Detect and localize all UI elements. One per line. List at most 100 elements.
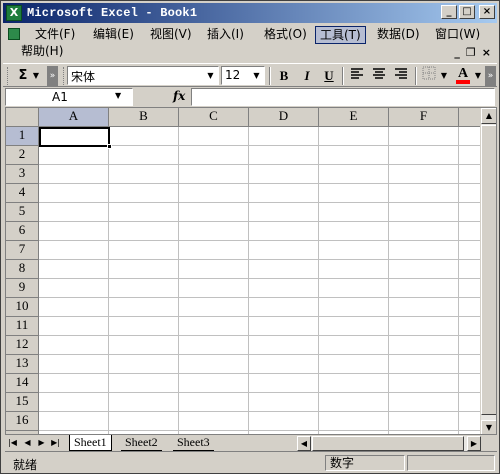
row-header-3[interactable]: 3: [6, 165, 39, 184]
align-right-icon[interactable]: [391, 66, 411, 86]
scroll-down-icon[interactable]: ▼: [481, 420, 496, 434]
menu-data[interactable]: 数据(D): [373, 26, 424, 44]
first-sheet-icon[interactable]: |◀: [6, 436, 19, 450]
row-header-13[interactable]: 13: [6, 355, 39, 374]
row-header-9[interactable]: 9: [6, 279, 39, 298]
horizontal-scroll-thumb[interactable]: [312, 436, 464, 451]
sheet-tabs-bar: |◀ ◀ ▶ ▶| Sheet1 Sheet2 Sheet3 ◀ ▶: [5, 435, 497, 452]
row-header-2[interactable]: 2: [6, 146, 39, 165]
menu-edit[interactable]: 编辑(E): [89, 26, 138, 44]
row-header-15[interactable]: 15: [6, 393, 39, 412]
menu-tools[interactable]: 工具(T): [315, 26, 366, 44]
minimize-button[interactable]: _: [441, 5, 457, 19]
menu-window[interactable]: 窗口(W): [431, 26, 484, 44]
row-header-8[interactable]: 8: [6, 260, 39, 279]
last-sheet-icon[interactable]: ▶|: [49, 436, 62, 450]
worksheet-grid[interactable]: ABCDEF 1234567891011121314151617 ▲ ▼: [5, 107, 497, 435]
scroll-up-icon[interactable]: ▲: [481, 108, 496, 124]
column-header-a[interactable]: A: [39, 108, 109, 127]
gridline-vertical: [108, 127, 109, 434]
row-header-12[interactable]: 12: [6, 336, 39, 355]
formula-bar: A1 ▼ fx: [3, 88, 497, 107]
formatting-toolbar: Σ ▼ » 宋体 ▼ 12 ▼ B I U ▼ A ▼ »: [3, 63, 497, 87]
italic-button[interactable]: I: [297, 66, 317, 86]
underline-button[interactable]: U: [319, 66, 339, 86]
close-button[interactable]: ×: [479, 5, 495, 19]
font-size-value: 12: [225, 68, 241, 82]
borders-dropdown-icon[interactable]: ▼: [439, 66, 449, 86]
scroll-right-icon[interactable]: ▶: [467, 436, 481, 451]
active-cell[interactable]: [39, 127, 110, 147]
window-title: Microsoft Excel - Book1: [27, 6, 198, 20]
gridline-horizontal: [39, 430, 496, 431]
font-color-button[interactable]: A: [453, 66, 473, 86]
row-header-10[interactable]: 10: [6, 298, 39, 317]
column-header-e[interactable]: E: [319, 108, 389, 127]
row-header-14[interactable]: 14: [6, 374, 39, 393]
doc-minimize-button[interactable]: _: [454, 46, 460, 59]
sheet-tab-2[interactable]: Sheet2: [121, 435, 162, 451]
doc-restore-button[interactable]: ❐: [466, 46, 476, 59]
vertical-scrollbar[interactable]: ▲ ▼: [480, 108, 496, 434]
chevron-down-icon[interactable]: ▼: [204, 68, 217, 83]
gridline-horizontal: [39, 373, 496, 374]
column-header-f[interactable]: F: [389, 108, 459, 127]
row-header-6[interactable]: 6: [6, 222, 39, 241]
formula-input[interactable]: [191, 88, 495, 106]
menu-bar: 文件(F) 编辑(E) 视图(V) 插入(I) 格式(O) 工具(T) 数据(D…: [3, 24, 497, 62]
gridline-vertical: [178, 127, 179, 434]
toolbar-grip[interactable]: [63, 67, 66, 85]
gridline-horizontal: [39, 164, 496, 165]
gridline-vertical: [458, 127, 459, 434]
toolbar-grip[interactable]: [7, 67, 10, 85]
next-sheet-icon[interactable]: ▶: [35, 436, 48, 450]
menu-format[interactable]: 格式(O): [260, 26, 311, 44]
chevron-down-icon[interactable]: ▼: [115, 91, 121, 100]
select-all-corner[interactable]: [6, 108, 39, 127]
gridline-vertical: [248, 127, 249, 434]
column-header-c[interactable]: C: [179, 108, 249, 127]
name-box[interactable]: A1: [5, 88, 133, 106]
toolbar-options-icon[interactable]: »: [485, 66, 496, 86]
align-center-icon[interactable]: [369, 66, 389, 86]
menu-help[interactable]: 帮助(H): [17, 43, 67, 61]
row-header-16[interactable]: 16: [6, 412, 39, 431]
menu-view[interactable]: 视图(V): [146, 26, 196, 44]
vertical-scroll-thumb[interactable]: [481, 125, 496, 415]
borders-icon[interactable]: [419, 66, 439, 86]
menu-insert[interactable]: 插入(I): [203, 26, 248, 44]
scroll-left-icon[interactable]: ◀: [297, 436, 311, 451]
fill-handle[interactable]: [107, 144, 112, 149]
column-header-b[interactable]: B: [109, 108, 179, 127]
toolbar-separator: [269, 67, 271, 85]
insert-function-icon[interactable]: fx: [173, 89, 185, 103]
status-ready: 就绪: [13, 458, 38, 472]
row-header-4[interactable]: 4: [6, 184, 39, 203]
row-header-11[interactable]: 11: [6, 317, 39, 336]
title-bar[interactable]: X Microsoft Excel - Book1 _ □ ×: [3, 3, 497, 23]
sheet-tab-3[interactable]: Sheet3: [173, 435, 214, 451]
bold-button[interactable]: B: [274, 66, 294, 86]
status-num-lock: 数字: [325, 455, 405, 471]
excel-icon[interactable]: X: [6, 5, 22, 21]
menu-file[interactable]: 文件(F): [31, 26, 79, 44]
autosum-dropdown-icon[interactable]: ▼: [31, 66, 41, 86]
workbook-icon[interactable]: [8, 28, 20, 40]
horizontal-scrollbar[interactable]: ◀ ▶: [297, 436, 481, 451]
prev-sheet-icon[interactable]: ◀: [21, 436, 34, 450]
font-color-dropdown-icon[interactable]: ▼: [473, 66, 483, 86]
toolbar-options-icon[interactable]: »: [47, 66, 58, 86]
font-name-combo[interactable]: 宋体 ▼: [67, 66, 219, 85]
row-header-1[interactable]: 1: [6, 127, 39, 146]
align-left-icon[interactable]: [347, 66, 367, 86]
row-header-5[interactable]: 5: [6, 203, 39, 222]
chevron-down-icon[interactable]: ▼: [250, 68, 263, 83]
maximize-button[interactable]: □: [459, 5, 475, 19]
doc-close-button[interactable]: ×: [482, 46, 491, 59]
font-size-combo[interactable]: 12 ▼: [221, 66, 265, 85]
column-header-d[interactable]: D: [249, 108, 319, 127]
autosum-button[interactable]: Σ: [13, 66, 33, 86]
row-header-7[interactable]: 7: [6, 241, 39, 260]
gridline-horizontal: [39, 335, 496, 336]
sheet-tab-1[interactable]: Sheet1: [69, 435, 112, 451]
